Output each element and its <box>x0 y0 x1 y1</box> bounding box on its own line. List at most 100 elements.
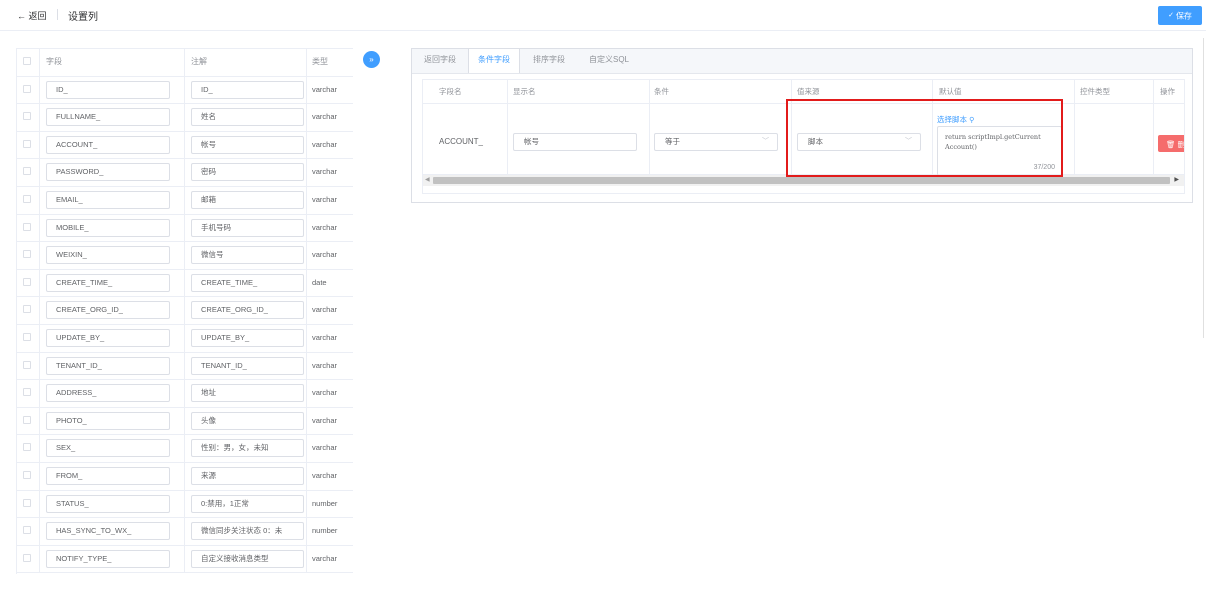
expand-button[interactable]: » <box>363 51 380 68</box>
field-type: varchar <box>312 443 338 453</box>
row-checkbox[interactable] <box>23 84 31 93</box>
field-comment-input[interactable]: TENANT_ID_ <box>191 356 304 375</box>
row-checkbox[interactable] <box>23 222 31 231</box>
chevron-down-icon: ﹀ <box>905 138 912 145</box>
field-comment-input[interactable]: UPDATE_BY_ <box>191 328 304 347</box>
condition-select[interactable]: 等于 ﹀ <box>654 133 778 151</box>
row-checkbox[interactable] <box>23 305 31 314</box>
field-comment-input[interactable]: 0:禁用，1正常 <box>191 494 304 513</box>
field-name-input[interactable]: NOTIFY_TYPE_ <box>46 549 170 568</box>
default-value-textarea[interactable]: return scriptImpl.getCurrent Account() 3… <box>937 126 1062 176</box>
field-comment-input[interactable]: ID_ <box>191 80 304 99</box>
row-checkbox[interactable] <box>23 443 31 452</box>
column-header-field: 字段 <box>46 57 62 66</box>
char-counter: 37/200 <box>1033 164 1055 171</box>
tab-condition-fields[interactable]: 条件字段 <box>468 49 520 73</box>
field-comment-input[interactable]: 密码 <box>191 163 304 182</box>
row-checkbox[interactable] <box>23 250 31 259</box>
delete-button[interactable]: 🗑 删除 <box>1158 135 1184 166</box>
row-checkbox[interactable] <box>23 167 31 176</box>
field-comment-input[interactable]: 来源 <box>191 466 304 485</box>
field-name-input[interactable]: CREATE_ORG_ID_ <box>46 301 170 320</box>
row-checkbox[interactable] <box>23 112 31 121</box>
field-comment-input[interactable]: 微信号 <box>191 246 304 265</box>
field-type: varchar <box>312 415 338 425</box>
tab-return-fields[interactable]: 返回字段 <box>412 49 468 73</box>
select-all-checkbox[interactable] <box>23 57 31 65</box>
field-name-input[interactable]: PASSWORD_ <box>46 163 170 182</box>
field-name-input[interactable]: MOBILE_ <box>46 218 170 237</box>
row-checkbox[interactable] <box>23 415 31 424</box>
field-name-input[interactable]: CREATE_TIME_ <box>46 273 170 292</box>
row-checkbox[interactable] <box>23 139 31 148</box>
field-name-input[interactable]: ID_ <box>46 80 170 99</box>
field-name-input[interactable]: UPDATE_BY_ <box>46 328 170 347</box>
scroll-left-icon[interactable]: ◀ <box>425 176 430 183</box>
save-button-label: 保存 <box>1175 11 1192 21</box>
column-header-display-name: 显示名 <box>513 87 536 96</box>
scrollbar-thumb[interactable] <box>433 177 1170 184</box>
field-name-input[interactable]: STATUS_ <box>46 494 170 513</box>
field-comment-input[interactable]: 性别：男，女，未知 <box>191 439 304 458</box>
tab-custom-sql[interactable]: 自定义SQL <box>578 49 640 73</box>
value-source-select[interactable]: 脚本 ﹀ <box>797 133 921 151</box>
row-checkbox[interactable] <box>23 194 31 203</box>
back-link[interactable]: ← 返回 <box>17 9 47 22</box>
tab-sort-fields[interactable]: 排序字段 <box>520 49 578 73</box>
page-edge-divider <box>1203 38 1204 338</box>
row-checkbox[interactable] <box>23 332 31 341</box>
field-name-input[interactable]: HAS_SYNC_TO_WX_ <box>46 522 170 541</box>
column-header-control-type: 控件类型 <box>1080 87 1110 96</box>
column-header-type: 类型 <box>312 57 328 66</box>
field-name-input[interactable]: ADDRESS_ <box>46 384 170 403</box>
table-row: WEIXIN_ 微信号 varchar <box>17 242 353 270</box>
field-comment-input[interactable]: CREATE_TIME_ <box>191 273 304 292</box>
horizontal-scrollbar[interactable]: ◀ ▶ <box>423 175 1184 186</box>
field-comment-input[interactable]: 姓名 <box>191 108 304 127</box>
field-name-input[interactable]: ACCOUNT_ <box>46 135 170 154</box>
table-row: ADDRESS_ 地址 varchar <box>17 380 353 408</box>
check-icon: ✓ <box>1168 12 1174 20</box>
row-checkbox[interactable] <box>23 277 31 286</box>
chevron-down-icon: ﹀ <box>762 138 769 145</box>
row-checkbox[interactable] <box>23 553 31 562</box>
field-type: varchar <box>312 222 338 232</box>
field-name-input[interactable]: EMAIL_ <box>46 190 170 209</box>
field-type: date <box>312 277 327 287</box>
column-header-default-value: 默认值 <box>939 87 962 96</box>
table-row: PASSWORD_ 密码 varchar <box>17 159 353 187</box>
scroll-right-icon[interactable]: ▶ <box>1174 176 1179 183</box>
field-comment-input[interactable]: 地址 <box>191 384 304 403</box>
field-name-input[interactable]: TENANT_ID_ <box>46 356 170 375</box>
field-name-input[interactable]: PHOTO_ <box>46 411 170 430</box>
condition-table: 字段名 显示名 条件 值来源 默认值 控件类型 操作 ACCOUNT_ 帐号 等… <box>422 79 1185 194</box>
header-divider <box>57 9 58 20</box>
table-row: MOBILE_ 手机号码 varchar <box>17 214 353 243</box>
field-comment-input[interactable]: 帐号 <box>191 135 304 154</box>
row-checkbox[interactable] <box>23 470 31 479</box>
display-name-input[interactable]: 帐号 <box>513 133 637 151</box>
field-name-input[interactable]: FULLNAME_ <box>46 108 170 127</box>
field-comment-input[interactable]: 头像 <box>191 411 304 430</box>
field-name-input[interactable]: SEX_ <box>46 439 170 458</box>
field-comment-input[interactable]: 邮箱 <box>191 190 304 209</box>
field-name-input[interactable]: WEIXIN_ <box>46 246 170 265</box>
table-row: EMAIL_ 邮箱 varchar <box>17 186 353 215</box>
row-checkbox[interactable] <box>23 360 31 369</box>
row-checkbox[interactable] <box>23 526 31 535</box>
save-button[interactable]: ✓ 保存 <box>1158 6 1202 25</box>
row-checkbox[interactable] <box>23 498 31 507</box>
field-comment-input[interactable]: 自定义接收消息类型 <box>191 549 304 568</box>
row-checkbox[interactable] <box>23 388 31 397</box>
page-title: 设置列 <box>68 12 98 23</box>
field-type: varchar <box>312 139 338 149</box>
field-comment-input[interactable]: CREATE_ORG_ID_ <box>191 301 304 320</box>
field-type: varchar <box>312 167 338 177</box>
field-type: varchar <box>312 305 338 315</box>
field-comment-input[interactable]: 微信同步关注状态 0：未 <box>191 522 304 541</box>
field-comment-input[interactable]: 手机号码 <box>191 218 304 237</box>
select-script-link[interactable]: 选择脚本 ⚲ <box>937 114 974 125</box>
field-type: varchar <box>312 470 338 480</box>
field-name-input[interactable]: FROM_ <box>46 466 170 485</box>
query-settings-panel: 返回字段 条件字段 排序字段 自定义SQL 字段名 显示名 条件 值来源 默认值… <box>411 48 1193 203</box>
